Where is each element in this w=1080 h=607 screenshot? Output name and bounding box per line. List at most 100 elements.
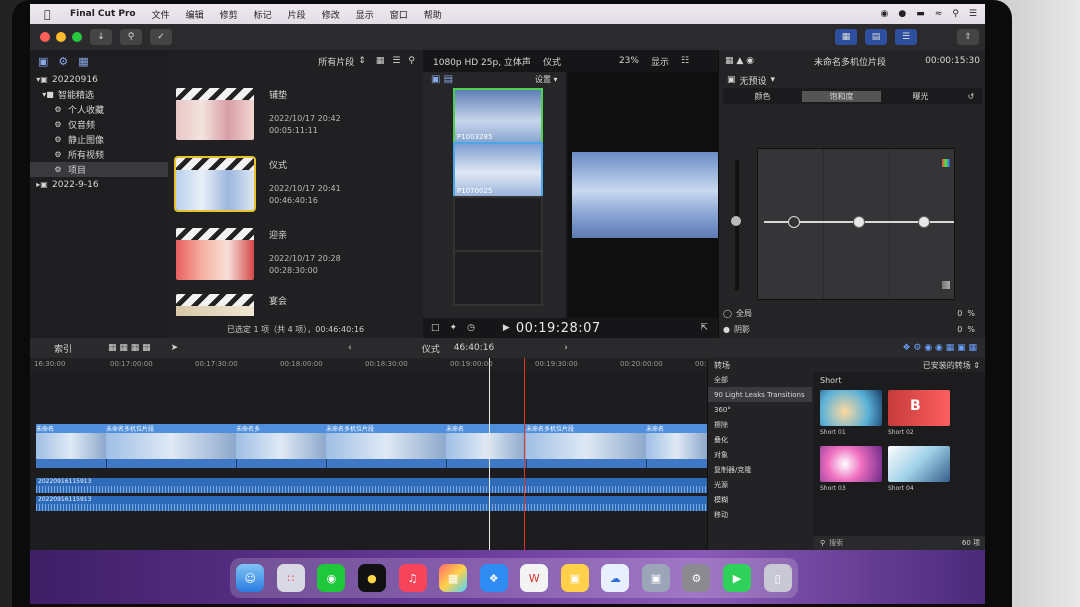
close-window-button[interactable] [40, 32, 50, 42]
library-item[interactable]: ⚙ 所有视频 [30, 147, 168, 162]
wechat-icon[interactable]: ◉ [317, 564, 346, 592]
menu-file[interactable]: 文件 [152, 8, 170, 21]
library-item-selected[interactable]: ⚙ 项目 [30, 162, 168, 177]
menu-app-name[interactable]: Final Cut Pro [70, 9, 136, 19]
import-button[interactable]: ↓ [90, 29, 112, 45]
timeline-name[interactable]: 仪式 [422, 342, 440, 355]
facetime-icon[interactable]: ▶ [723, 564, 752, 592]
filmstrip-view-icon[interactable]: ▦ [376, 56, 385, 66]
show-timeline-button[interactable]: ▤ [865, 29, 887, 45]
timeline-clip[interactable]: 未命名 [446, 424, 527, 468]
menu-view[interactable]: 显示 [356, 8, 374, 21]
category-item[interactable]: 光源 [708, 477, 812, 492]
search-icon[interactable]: ⚲ [408, 56, 415, 66]
shadows-puck[interactable] [788, 216, 800, 228]
shadows-puck-icon[interactable]: ● [723, 325, 730, 334]
angle-video-icon[interactable]: ▣ ▤ [431, 74, 453, 85]
battery-icon[interactable]: ▬ [916, 9, 925, 19]
playhead[interactable] [489, 358, 490, 550]
trash-icon[interactable]: ▯ [763, 564, 792, 592]
angle-empty[interactable] [453, 250, 543, 306]
library-item[interactable]: ▸▣ 2022-9-16 [30, 177, 168, 192]
category-item[interactable]: 对象 [708, 447, 812, 462]
category-item[interactable]: 复制器/克隆 [708, 462, 812, 477]
clip-thumbnail[interactable] [174, 156, 256, 212]
menu-mark[interactable]: 标记 [254, 8, 272, 21]
clip-thumbnail[interactable] [176, 88, 254, 140]
viewer-options-icon[interactable]: ☷ [681, 56, 689, 66]
preview-icon[interactable]: ▣ [641, 564, 670, 592]
finder-icon[interactable]: ☺ [236, 564, 265, 592]
library-icon[interactable]: ▣ [38, 55, 48, 68]
back-arrow-icon[interactable]: ‹ [348, 343, 352, 353]
timeline-ruler[interactable]: 16:30:00 00:17:00:00 00:17:30:00 00:18:0… [30, 358, 738, 372]
transition-thumb[interactable] [820, 446, 882, 482]
tab-saturation[interactable]: 饱和度 [802, 90, 881, 102]
timeline-clip[interactable]: 未命名多机位片段 [326, 424, 447, 468]
wifi-icon[interactable]: ≈ [935, 9, 943, 19]
timeline-clip[interactable]: 未命名多 [236, 424, 327, 468]
launchpad-icon[interactable]: ∷ [276, 564, 305, 592]
library-item[interactable]: ▾■ 智能精选 [30, 87, 168, 102]
audio-track[interactable]: 20220916115913 [36, 478, 707, 493]
browser-clip[interactable]: 铺垫 2022/10/17 20:42 00:05:11:11 [176, 80, 421, 140]
crop-icon[interactable]: □ [431, 323, 440, 333]
fullscreen-icon[interactable]: ⇱ [700, 323, 708, 333]
clip-thumbnail[interactable] [176, 228, 254, 280]
browser-clip[interactable]: 迎亲 2022/10/17 20:28 00:28:30:00 [176, 220, 421, 280]
category-item[interactable]: 移动 [708, 507, 812, 522]
timeline-right-icons[interactable]: ❖ ⚙ ◉ ◉ ▦ ▣ ▦ [902, 343, 977, 353]
search-icon[interactable]: ⚲ [952, 9, 959, 19]
menu-help[interactable]: 帮助 [424, 8, 442, 21]
background-tasks-button[interactable]: ✓ [150, 29, 172, 45]
library-item[interactable]: ⚙ 个人收藏 [30, 102, 168, 117]
browser-clip-selected[interactable]: 仪式 2022/10/17 20:41 00:46:40:16 [174, 150, 421, 212]
category-item[interactable]: 360° [708, 402, 812, 417]
tab-color[interactable]: 颜色 [723, 91, 802, 102]
category-item-selected[interactable]: 90 Light Leaks Transitions [708, 387, 812, 402]
list-view-icon[interactable]: ☰ [392, 56, 400, 66]
final-cut-pro-icon[interactable]: ▦ [439, 564, 468, 592]
photos-icon[interactable]: ⚙ [58, 55, 68, 68]
library-item[interactable]: ⚙ 静止图像 [30, 132, 168, 147]
transition-thumb[interactable]: B [888, 390, 950, 426]
clip-thumbnail[interactable] [176, 294, 254, 316]
search-input[interactable]: 搜索 [829, 538, 843, 548]
select-tool-icon[interactable]: ➤ [171, 343, 179, 353]
menu-clip[interactable]: 片段 [288, 8, 306, 21]
timeline-clip[interactable]: 未命名多机位片段 [106, 424, 237, 468]
preset-dropdown[interactable]: 无预设 [740, 74, 767, 87]
zoom-dropdown[interactable]: 23% [619, 56, 639, 66]
tab-exposure[interactable]: 曝光 [881, 91, 960, 102]
category-item[interactable]: 擦除 [708, 417, 812, 432]
category-item[interactable]: 叠化 [708, 432, 812, 447]
titles-icon[interactable]: ▦ [78, 55, 88, 68]
control-center-icon[interactable]: ☰ [969, 9, 977, 19]
audio-track[interactable]: 20220916115913 [36, 496, 707, 511]
timeline-clip[interactable]: 未命名 [36, 424, 107, 468]
menu-edit[interactable]: 编辑 [186, 8, 204, 21]
clip-filter-dropdown[interactable]: 所有片段 [318, 55, 354, 68]
row-value[interactable]: 0 % [957, 309, 975, 318]
global-puck-icon[interactable]: ◯ [723, 309, 732, 318]
timeline-clip[interactable]: 未命名 [646, 424, 708, 468]
angle-empty[interactable] [453, 196, 543, 252]
menu-trim[interactable]: 修剪 [220, 8, 238, 21]
wps-icon[interactable]: W [520, 564, 549, 592]
master-slider-knob[interactable] [731, 216, 741, 226]
play-icon[interactable]: ▶ [503, 323, 510, 333]
menu-window[interactable]: 窗口 [390, 8, 408, 21]
system-settings-icon[interactable]: ⚙ [682, 564, 711, 592]
qq-status-icon[interactable]: ● [898, 9, 906, 19]
speed-icon[interactable]: ◷ [467, 323, 475, 333]
safari-icon[interactable]: ❖ [479, 564, 508, 592]
show-inspector-button[interactable]: ☰ [895, 29, 917, 45]
angle-1-active[interactable]: P1003285 [453, 88, 543, 144]
library-item[interactable]: ⚙ 仅音频 [30, 117, 168, 132]
transition-thumb[interactable] [888, 446, 950, 482]
inspector-tabs-icons[interactable]: ▦ ▲ ◉ [725, 56, 754, 66]
box-icon[interactable]: ▣ [560, 564, 589, 592]
angle-2[interactable]: P1070025 [453, 142, 543, 198]
reset-icon[interactable]: ↺ [960, 92, 982, 101]
qq-icon[interactable]: ● [357, 564, 386, 592]
